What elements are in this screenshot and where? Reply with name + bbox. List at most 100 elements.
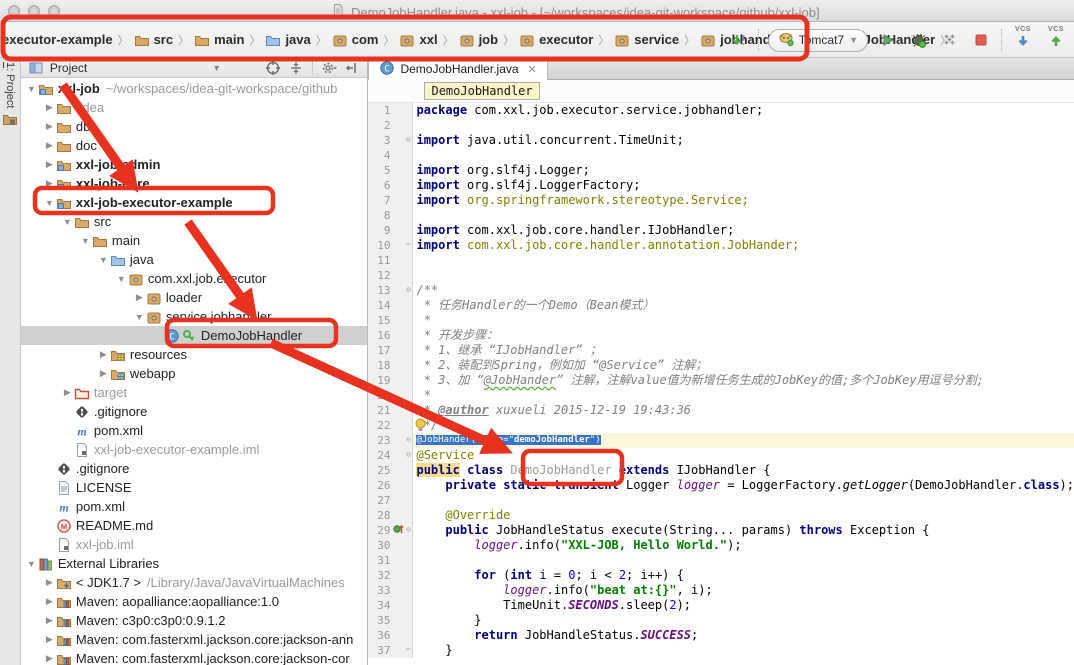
line-number: 29 xyxy=(368,523,392,538)
intention-bulb-icon[interactable] xyxy=(414,418,427,432)
fold-marker-icon[interactable]: ⊖ xyxy=(404,433,413,448)
tree-item-pom.xml[interactable]: mpom.xml xyxy=(21,421,368,440)
close-window-button[interactable] xyxy=(8,5,20,17)
tree-item--jdk1.7-[interactable]: ▶< JDK1.7 >/Library/Java/JavaVirtualMach… xyxy=(21,573,368,592)
breadcrumb-item-src[interactable]: src xyxy=(134,32,174,48)
breadcrumb-item-executor[interactable]: executor xyxy=(519,32,593,48)
tree-item-db[interactable]: ▶db xyxy=(21,117,368,136)
chevron-collapsed-icon[interactable]: ▶ xyxy=(43,596,56,607)
tree-item-.idea[interactable]: ▶.idea xyxy=(21,98,368,117)
chevron-collapsed-icon[interactable]: ▶ xyxy=(43,159,56,170)
breadcrumb-item-job[interactable]: job xyxy=(459,32,499,48)
line-number: 18 xyxy=(368,358,392,373)
tree-item-maven-com.fasterxml.jackson.core-jackson-ann[interactable]: ▶Maven: com.fasterxml.jackson.core:jacks… xyxy=(21,630,368,649)
tree-item-external-libraries[interactable]: ▼External Libraries xyxy=(21,554,368,573)
chevron-right-icon: 〉 xyxy=(249,32,260,48)
chevron-collapsed-icon[interactable]: ▶ xyxy=(43,178,56,189)
tree-item-readme.md[interactable]: MREADME.md xyxy=(21,516,368,535)
chevron-collapsed-icon[interactable]: ▶ xyxy=(43,102,56,113)
scroll-from-source-icon[interactable] xyxy=(727,29,749,51)
breadcrumb-item-executor-example[interactable]: executor-example xyxy=(2,32,113,47)
fold-marker-icon[interactable]: ⌐ xyxy=(404,643,413,658)
tree-item-doc[interactable]: ▶doc xyxy=(21,136,368,155)
folder-icon xyxy=(74,214,91,230)
tree-item-xxl-job[interactable]: ▼xxl-job~/workspaces/idea-git-workspace/… xyxy=(21,79,368,98)
code-area[interactable]: 1package com.xxl.job.executor.service.jo… xyxy=(368,103,1074,665)
chevron-down-icon[interactable]: ▼ xyxy=(212,63,221,73)
tree-item-xxl-job.iml[interactable]: xxl-job.iml xyxy=(21,535,368,554)
minimize-window-button[interactable] xyxy=(28,5,40,17)
fold-marker-icon[interactable]: ⊖ xyxy=(404,283,413,298)
tree-item-resources[interactable]: ▶resources xyxy=(21,345,368,364)
tree-item-java[interactable]: ▼java xyxy=(21,250,368,269)
chevron-collapsed-icon[interactable]: ▶ xyxy=(43,577,56,588)
tree-item-.gitignore[interactable]: .gitignore xyxy=(21,402,368,421)
tree-item-pom.xml[interactable]: mpom.xml xyxy=(21,497,368,516)
tree-item-service.jobhandler[interactable]: ▼service.jobhandler xyxy=(21,307,368,326)
tree-item-maven-c3p0-c3p0-0.9.1.2[interactable]: ▶Maven: c3p0:c3p0:0.9.1.2 xyxy=(21,611,368,630)
run-button[interactable] xyxy=(877,29,899,51)
chevron-collapsed-icon[interactable]: ▶ xyxy=(43,634,56,645)
close-tab-icon[interactable]: ✕ xyxy=(528,63,537,76)
gear-icon[interactable] xyxy=(320,60,338,76)
tree-item-license[interactable]: LICENSE xyxy=(21,478,368,497)
debug-button[interactable] xyxy=(908,29,930,51)
coverage-button[interactable] xyxy=(939,29,961,51)
chevron-collapsed-icon[interactable]: ▶ xyxy=(43,121,56,132)
chevron-expanded-icon[interactable]: ▼ xyxy=(133,312,146,322)
chevron-expanded-icon[interactable]: ▼ xyxy=(61,217,74,227)
fold-marker-icon[interactable]: ⊖ xyxy=(404,133,413,148)
chevron-expanded-icon[interactable]: ▼ xyxy=(79,236,92,246)
breadcrumb-item-service[interactable]: service xyxy=(614,32,679,48)
stop-button[interactable] xyxy=(970,29,992,51)
fold-marker-icon[interactable]: ⊖ xyxy=(404,523,413,538)
tree-item-loader[interactable]: ▶loader xyxy=(21,288,368,307)
locate-file-icon[interactable] xyxy=(264,60,282,76)
chevron-expanded-icon[interactable]: ▼ xyxy=(115,274,128,284)
breadcrumb-item-xxl[interactable]: xxl xyxy=(399,32,437,48)
folder-icon xyxy=(56,100,73,116)
chevron-expanded-icon[interactable]: ▼ xyxy=(43,198,56,208)
chevron-collapsed-icon[interactable]: ▶ xyxy=(43,140,56,151)
tree-item-maven-aopalliance-aopalliance-1.0[interactable]: ▶Maven: aopalliance:aopalliance:1.0 xyxy=(21,592,368,611)
vcs-update-button[interactable]: VCS xyxy=(1011,26,1035,54)
code-line-11: 11 xyxy=(368,253,1074,268)
tree-item-xxl-job-core[interactable]: ▶xxl-job-core xyxy=(21,174,368,193)
tree-item-webapp[interactable]: ▶webapp xyxy=(21,364,368,383)
chevron-expanded-icon[interactable]: ▼ xyxy=(25,559,38,569)
editor-tab-demojobhandler[interactable]: C DemoJobHandler.java ✕ xyxy=(368,58,547,80)
chevron-collapsed-icon[interactable]: ▶ xyxy=(43,615,56,626)
breadcrumb-item-com[interactable]: com xyxy=(332,32,379,48)
fold-marker-icon[interactable]: ⊖ xyxy=(404,448,413,463)
vcs-commit-button[interactable]: VCS xyxy=(1044,26,1068,54)
tree-item-main[interactable]: ▼main xyxy=(21,231,368,250)
fold-marker-icon[interactable]: ⌐ xyxy=(404,238,413,253)
tree-item-xxl-job-executor-example[interactable]: ▼xxl-job-executor-example xyxy=(21,193,368,212)
tree-item-maven-com.fasterxml.jackson.core-jackson-cor[interactable]: ▶Maven: com.fasterxml.jackson.core:jacks… xyxy=(21,649,368,665)
tree-item-xxl-job-admin[interactable]: ▶xxl-job-admin xyxy=(21,155,368,174)
collapse-all-icon[interactable] xyxy=(287,60,305,76)
chevron-collapsed-icon[interactable]: ▶ xyxy=(61,387,74,398)
project-tool-window-tab[interactable]: 1: Project xyxy=(2,62,18,132)
line-number: 37 xyxy=(368,643,392,658)
code-text: import org.slf4j.Logger; xyxy=(413,163,1074,178)
chevron-collapsed-icon[interactable]: ▶ xyxy=(97,368,110,379)
chevron-expanded-icon[interactable]: ▼ xyxy=(97,255,110,265)
breadcrumb-item-main[interactable]: main xyxy=(194,32,244,48)
hide-panel-icon[interactable] xyxy=(343,60,361,76)
chevron-collapsed-icon[interactable]: ▶ xyxy=(97,349,110,360)
breadcrumb-item-java[interactable]: java xyxy=(265,32,310,48)
tree-item-.gitignore[interactable]: .gitignore xyxy=(21,459,368,478)
tree-item-src[interactable]: ▼src xyxy=(21,212,368,231)
tree-item-xxl-job-executor-example.iml[interactable]: xxl-job-executor-example.iml xyxy=(21,440,368,459)
zoom-window-button[interactable] xyxy=(48,5,60,17)
breadcrumb-label: com xyxy=(352,32,379,47)
override-marker-icon[interactable] xyxy=(392,523,404,538)
chevron-collapsed-icon[interactable]: ▶ xyxy=(133,292,146,303)
tree-item-target[interactable]: ▶target xyxy=(21,383,368,402)
tree-item-com.xxl.job.executor[interactable]: ▼com.xxl.job.executor xyxy=(21,269,368,288)
tree-item-demojobhandler[interactable]: CDemoJobHandler xyxy=(21,326,368,345)
chevron-collapsed-icon[interactable]: ▶ xyxy=(43,653,56,664)
chevron-expanded-icon[interactable]: ▼ xyxy=(25,84,38,94)
run-configuration-select[interactable]: Tomcat7 ▼ xyxy=(768,29,868,52)
